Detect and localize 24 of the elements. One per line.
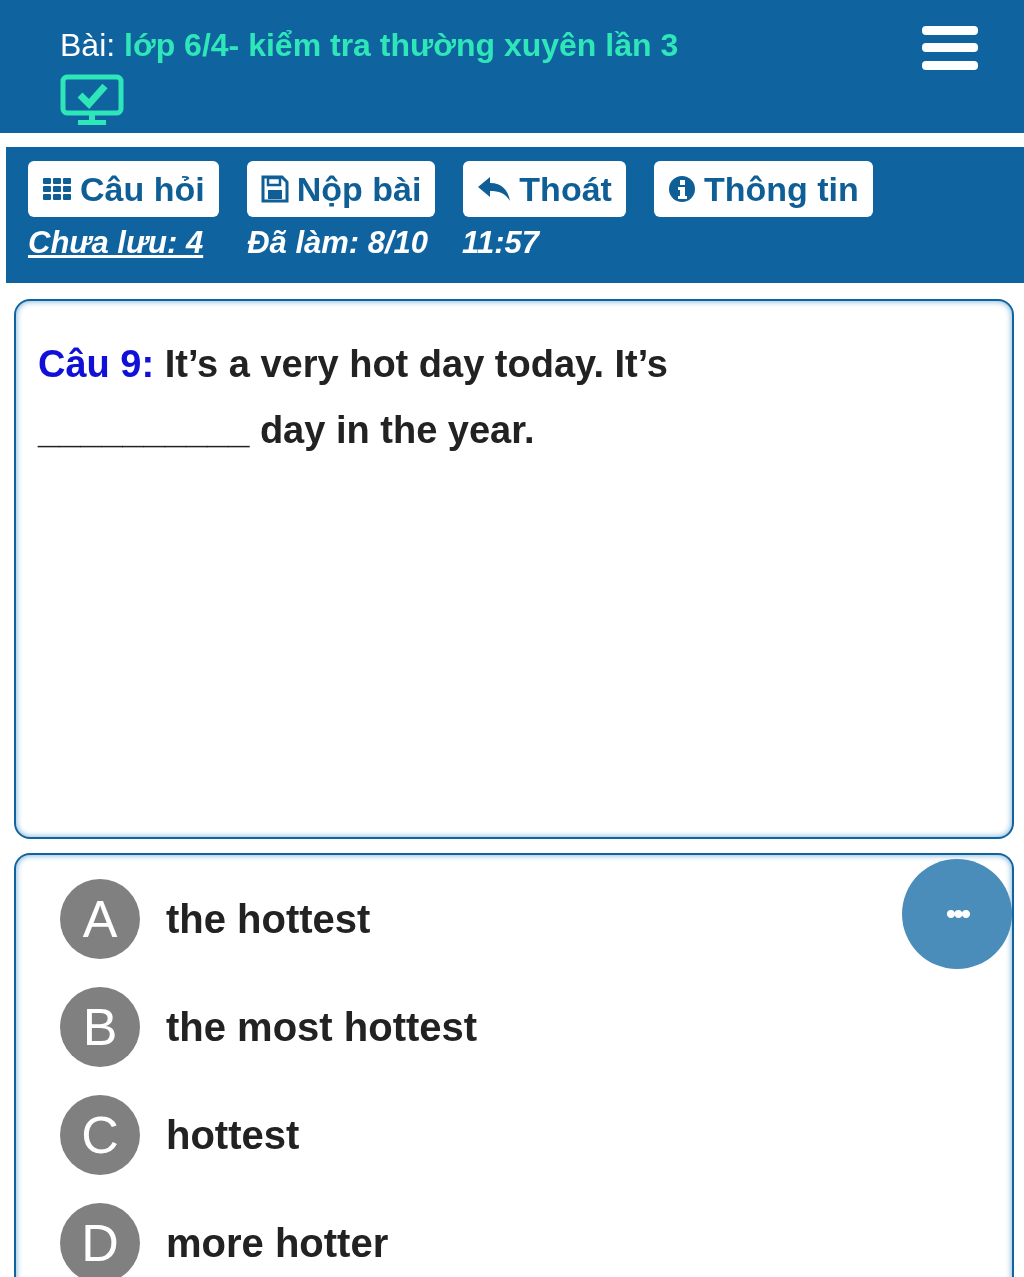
exam-title: Bài: lớp 6/4- kiểm tra thường xuyên lần 3 xyxy=(60,25,679,64)
submit-button[interactable]: Nộp bài xyxy=(246,161,436,217)
info-icon xyxy=(667,175,696,203)
more-button[interactable]: ••• xyxy=(902,859,1012,969)
save-icon xyxy=(260,175,289,203)
menu-icon[interactable] xyxy=(922,26,978,70)
option-letter[interactable]: C xyxy=(60,1095,140,1175)
questions-button[interactable]: Câu hỏi xyxy=(28,161,219,217)
option-text[interactable]: the hottest xyxy=(166,896,371,942)
option-text[interactable]: more hotter xyxy=(166,1220,389,1266)
unsaved-count[interactable]: Chưa lưu: 4 xyxy=(28,225,204,261)
question-text: Câu 9: It’s a very hot day today. It’s __________ day in the year. xyxy=(38,342,669,453)
option-letter[interactable]: B xyxy=(60,987,140,1067)
option-letter[interactable]: D xyxy=(60,1203,140,1277)
progress-text: Đã làm: 8/10 xyxy=(247,225,429,261)
monitor-check-icon[interactable] xyxy=(60,74,124,126)
exit-button[interactable]: Thoát xyxy=(463,161,626,217)
option-text[interactable]: the most hottest xyxy=(166,1004,478,1050)
option-text[interactable]: hottest xyxy=(166,1112,300,1158)
timer-text: 11:57 xyxy=(462,225,540,261)
grid-icon xyxy=(42,177,72,201)
info-button[interactable]: Thông tin xyxy=(653,161,873,217)
reply-arrow-icon xyxy=(477,176,512,202)
option-letter[interactable]: A xyxy=(60,879,140,959)
